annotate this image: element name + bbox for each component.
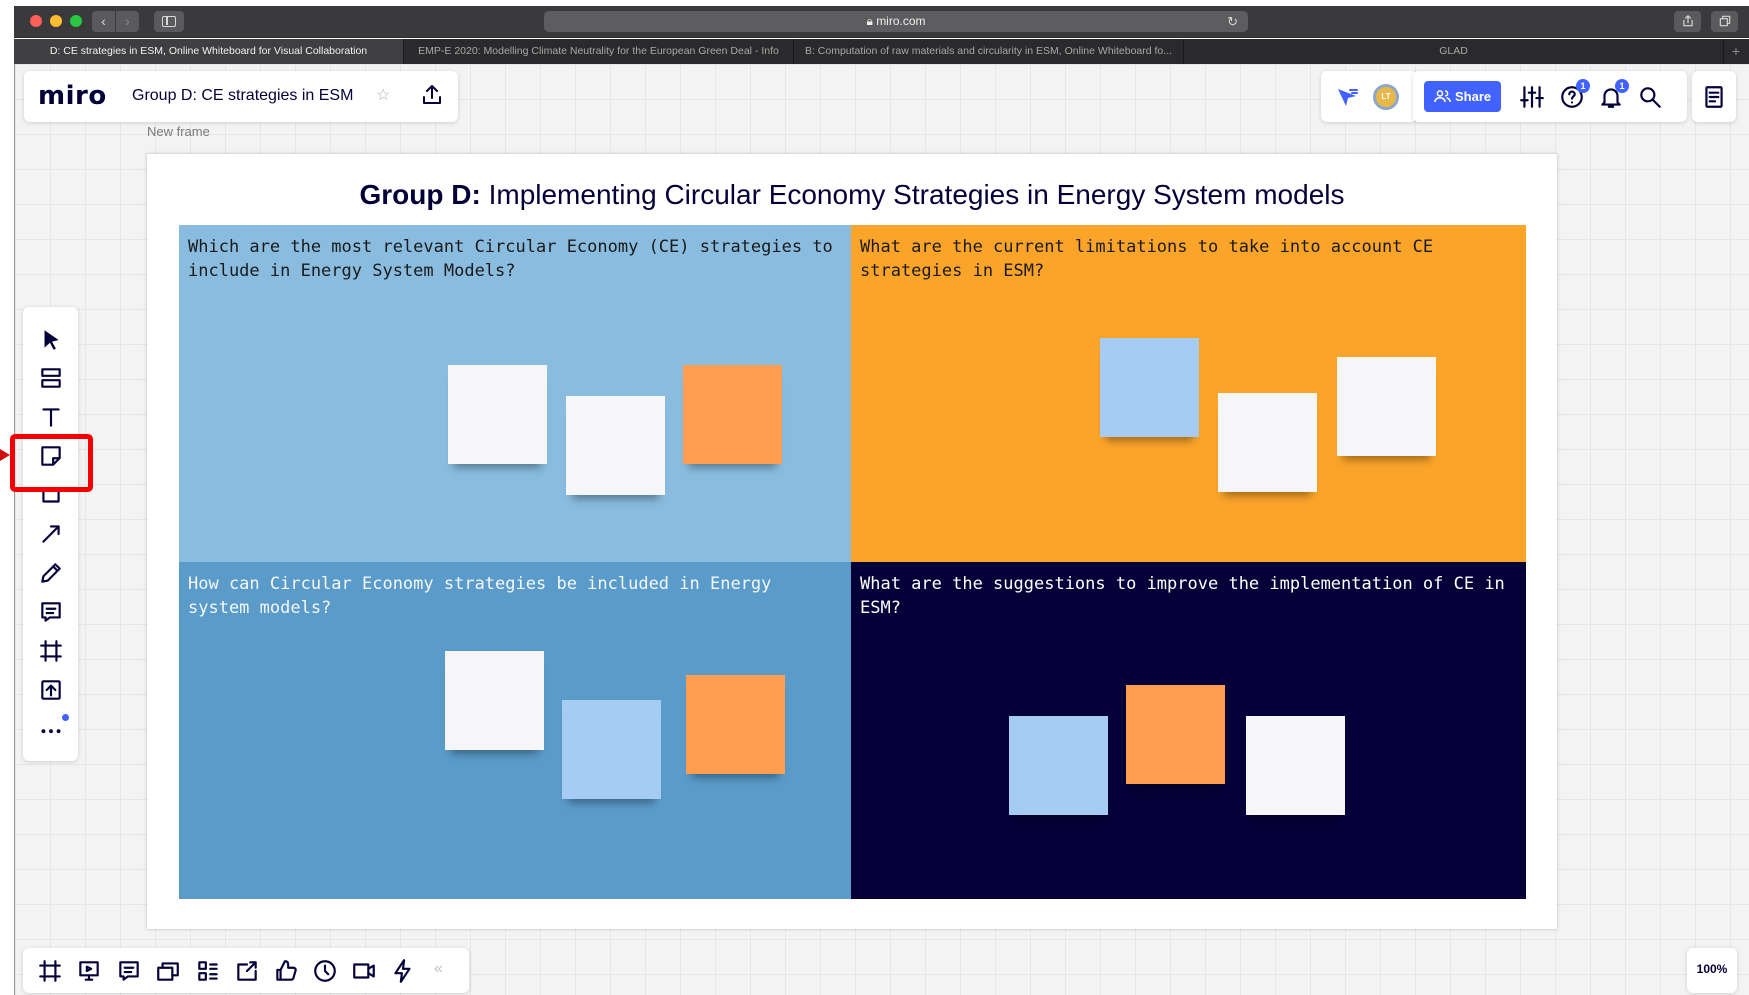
avatar[interactable]: LT bbox=[1373, 84, 1399, 110]
collaboration-toolbar: « bbox=[23, 948, 469, 993]
chevron-left-icon: ‹ bbox=[101, 13, 106, 29]
text-icon[interactable] bbox=[38, 404, 64, 430]
notifications-badge: 1 bbox=[1615, 79, 1629, 93]
share-label: Share bbox=[1455, 89, 1492, 104]
more-tools-icon[interactable] bbox=[38, 716, 64, 742]
browser-titlebar: ‹ › 🔒︎ miro.com ↻ bbox=[14, 6, 1749, 38]
collapse-toolbar-icon[interactable]: « bbox=[434, 960, 443, 978]
timer-icon[interactable] bbox=[312, 958, 338, 984]
sticky-note[interactable] bbox=[1126, 685, 1225, 784]
sticky-note-highlight-box bbox=[10, 434, 93, 492]
show-tabs-button[interactable] bbox=[1711, 11, 1738, 32]
sticky-note[interactable] bbox=[683, 365, 782, 464]
voting-icon[interactable] bbox=[273, 958, 299, 984]
comment-icon[interactable] bbox=[38, 599, 64, 625]
notifications-bell-icon[interactable]: 1 bbox=[1598, 79, 1629, 110]
minimize-window-button[interactable] bbox=[50, 15, 62, 27]
frame-icon[interactable] bbox=[38, 638, 64, 664]
zoom-level[interactable]: 100% bbox=[1687, 962, 1737, 976]
board-header: miro Group D: CE strategies in ESM ☆ bbox=[24, 71, 458, 122]
top-tools-panel: Share 1 1 bbox=[1413, 71, 1687, 122]
sticky-note[interactable] bbox=[562, 700, 661, 799]
pen-icon[interactable] bbox=[38, 560, 64, 586]
screen: ‹ › 🔒︎ miro.com ↻ D: CE strategies in ES… bbox=[0, 0, 1749, 995]
frame-title-rest: Implementing Circular Economy Strategies… bbox=[480, 179, 1345, 210]
highlight-arrow-icon bbox=[0, 449, 10, 461]
close-window-button[interactable] bbox=[30, 15, 42, 27]
zoom-panel[interactable]: 100% bbox=[1687, 948, 1737, 993]
browser-tab-3[interactable]: B: Computation of raw materials and circ… bbox=[794, 39, 1184, 64]
forward-button[interactable]: › bbox=[116, 11, 139, 32]
templates-icon[interactable] bbox=[38, 365, 64, 391]
share-icon bbox=[1682, 15, 1693, 27]
sticky-note[interactable] bbox=[448, 365, 547, 464]
tabs-overview-icon bbox=[1719, 15, 1730, 27]
sticky-note[interactable] bbox=[1337, 357, 1436, 456]
select-icon[interactable] bbox=[38, 327, 64, 353]
frame-label[interactable]: New frame bbox=[147, 124, 210, 139]
chevron-right-icon: › bbox=[125, 13, 130, 29]
board-notes-panel bbox=[1692, 71, 1736, 122]
board-title[interactable]: Group D: CE strategies in ESM bbox=[132, 87, 353, 105]
notes-list-icon[interactable] bbox=[1701, 84, 1727, 110]
sticky-note[interactable] bbox=[1218, 393, 1317, 492]
presentation-icon[interactable] bbox=[76, 958, 102, 984]
activity-icon[interactable] bbox=[390, 958, 416, 984]
connection-line-icon[interactable] bbox=[38, 521, 64, 547]
upload-icon[interactable] bbox=[38, 677, 64, 703]
export-upload-icon[interactable] bbox=[420, 83, 444, 107]
lock-icon: 🔒︎ bbox=[866, 14, 873, 28]
browser-tab-2[interactable]: EMP-E 2020: Modelling Climate Neutrality… bbox=[404, 39, 794, 64]
creation-toolbar bbox=[23, 307, 78, 761]
help-badge: 1 bbox=[1576, 79, 1590, 93]
sidebar-toggle-button[interactable] bbox=[154, 11, 184, 32]
frames-icon[interactable] bbox=[37, 958, 63, 984]
sticky-note[interactable] bbox=[566, 396, 665, 495]
fullscreen-window-button[interactable] bbox=[70, 15, 82, 27]
sidebar-icon bbox=[162, 16, 176, 27]
sticky-note[interactable] bbox=[1246, 716, 1345, 815]
quadrant-question[interactable]: What are the current limitations to take… bbox=[860, 235, 1512, 283]
cursor-filter-icon[interactable] bbox=[1335, 85, 1359, 109]
quadrant-question[interactable]: Which are the most relevant Circular Eco… bbox=[188, 235, 837, 283]
quadrant-question[interactable]: How can Circular Economy strategies be i… bbox=[188, 572, 837, 620]
new-tab-button[interactable]: + bbox=[1724, 39, 1748, 64]
back-button[interactable]: ‹ bbox=[92, 11, 115, 32]
comments-icon[interactable] bbox=[116, 958, 142, 984]
video-chat-icon[interactable] bbox=[351, 958, 377, 984]
share-button[interactable]: Share bbox=[1424, 81, 1501, 112]
kanban-icon[interactable] bbox=[195, 958, 221, 984]
card-icon[interactable] bbox=[155, 958, 181, 984]
search-icon[interactable] bbox=[1637, 84, 1663, 110]
browser-tabbar: D: CE strategies in ESM, Online Whiteboa… bbox=[14, 39, 1749, 64]
sticky-note[interactable] bbox=[445, 651, 544, 750]
miro-logo[interactable]: miro bbox=[38, 81, 107, 111]
browser-share-button[interactable] bbox=[1674, 11, 1701, 32]
settings-sliders-icon[interactable] bbox=[1519, 84, 1545, 110]
sticky-note[interactable] bbox=[1009, 716, 1108, 815]
collaborators-panel: LT bbox=[1321, 71, 1417, 122]
browser-tab-4[interactable]: GLAD bbox=[1184, 39, 1724, 64]
reload-icon[interactable]: ↻ bbox=[1227, 11, 1238, 32]
url-text: miro.com bbox=[876, 14, 926, 28]
frame-title-bold: Group D: bbox=[359, 179, 481, 210]
people-icon bbox=[1434, 90, 1451, 103]
sticky-note[interactable] bbox=[1100, 338, 1199, 437]
address-bar[interactable]: 🔒︎ miro.com ↻ bbox=[544, 11, 1248, 32]
help-icon[interactable]: 1 bbox=[1559, 79, 1590, 110]
star-icon[interactable]: ☆ bbox=[376, 85, 390, 105]
new-indicator-dot bbox=[62, 714, 69, 721]
share-screen-icon[interactable] bbox=[234, 958, 260, 984]
browser-tab-1[interactable]: D: CE strategies in ESM, Online Whiteboa… bbox=[14, 39, 404, 64]
frame-title[interactable]: Group D: Implementing Circular Economy S… bbox=[147, 179, 1557, 211]
sticky-note[interactable] bbox=[686, 675, 785, 774]
quadrant-question[interactable]: What are the suggestions to improve the … bbox=[860, 572, 1512, 620]
